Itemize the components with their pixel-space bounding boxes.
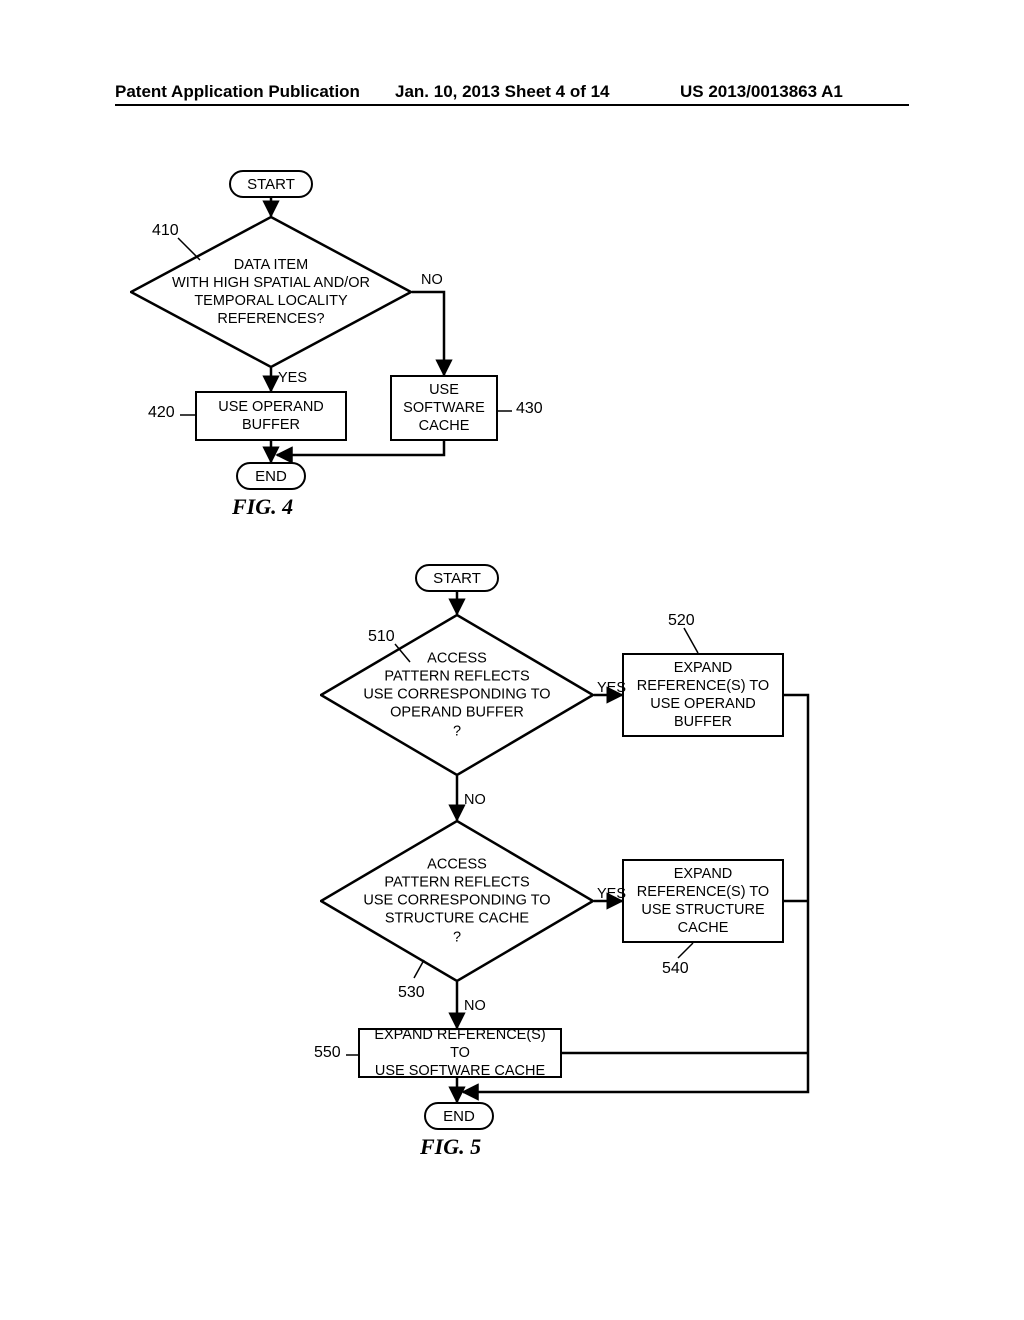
fig5-box-520: EXPAND REFERENCE(S) TO USE OPERAND BUFFE… [622,653,784,737]
fig4-decision-410-text: DATA ITEM WITH HIGH SPATIAL AND/OR TEMPO… [158,256,384,329]
fig5-ref-550: 550 [314,1044,341,1062]
fig5-decision-530: ACCESS PATTERN REFLECTS USE CORRESPONDIN… [320,820,594,982]
header-rule [115,104,909,106]
header-right: US 2013/0013863 A1 [680,82,843,102]
fig5-caption: FIG. 5 [420,1134,481,1160]
fig5-yes-1: YES [597,680,626,696]
fig5-no-2: NO [464,998,486,1014]
fig5-ref-540: 540 [662,960,689,978]
fig4-yes: YES [278,370,307,386]
fig5-start-terminator: START [415,564,499,592]
fig4-ref-420: 420 [148,404,175,422]
fig4-start-terminator: START [229,170,313,198]
fig5-box-540: EXPAND REFERENCE(S) TO USE STRUCTURE CAC… [622,859,784,943]
fig4-box-420: USE OPERAND BUFFER [195,391,347,441]
header-left: Patent Application Publication [115,82,360,102]
fig5-decision-510: ACCESS PATTERN REFLECTS USE CORRESPONDIN… [320,614,594,776]
fig4-ref-430: 430 [516,400,543,418]
fig5-end-terminator: END [424,1102,494,1130]
fig4-box-430: USE SOFTWARE CACHE [390,375,498,441]
fig4-no: NO [421,272,443,288]
page-root: Patent Application Publication Jan. 10, … [0,0,1024,1320]
fig5-yes-2: YES [597,886,626,902]
header-center: Jan. 10, 2013 Sheet 4 of 14 [395,82,610,102]
fig5-ref-530: 530 [398,984,425,1002]
fig4-caption: FIG. 4 [232,494,293,520]
fig5-box-550: EXPAND REFERENCE(S) TO USE SOFTWARE CACH… [358,1028,562,1078]
fig4-ref-410: 410 [152,222,179,240]
fig5-decision-510-text: ACCESS PATTERN REFLECTS USE CORRESPONDIN… [347,650,566,741]
fig5-ref-510: 510 [368,628,395,646]
fig5-ref-520: 520 [668,612,695,630]
fig5-decision-530-text: ACCESS PATTERN REFLECTS USE CORRESPONDIN… [347,856,566,947]
fig4-end-terminator: END [236,462,306,490]
fig5-no-1: NO [464,792,486,808]
